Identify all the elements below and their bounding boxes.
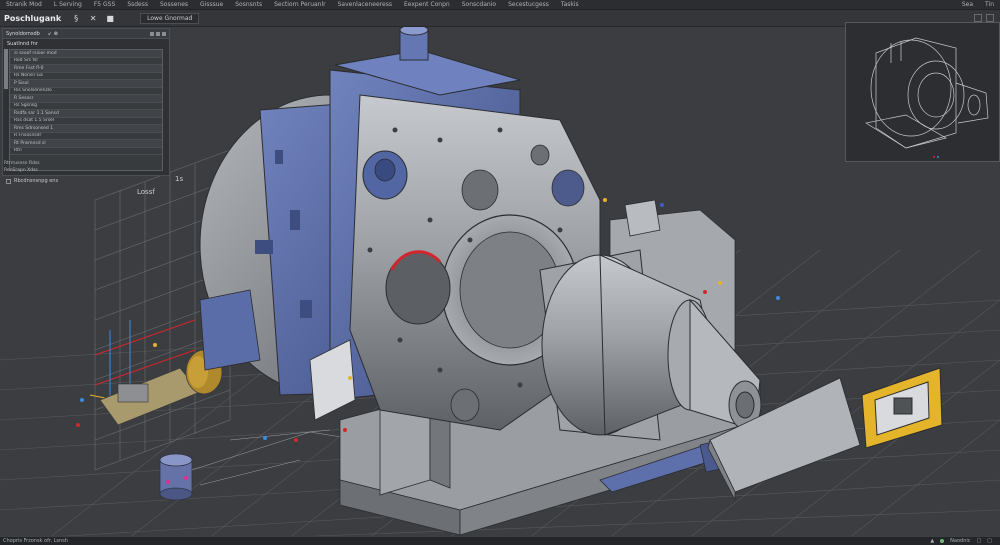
window-icon[interactable]: □	[987, 538, 992, 544]
clamp-part	[99, 349, 223, 426]
stop-icon[interactable]: ■	[103, 12, 117, 24]
panel-checkbox[interactable]: Rbcdnsnsnpg ens	[6, 178, 58, 184]
tree-row[interactable]: Rsdfa snr 1.1 Sansd	[10, 110, 162, 118]
tree-row[interactable]: Rme Fsst fl-0	[10, 65, 162, 73]
panel-title-extra[interactable]: ↙ ⊗	[48, 31, 58, 37]
panel-title: Synoldomsdb	[6, 30, 40, 37]
app-title: Poschlugank	[4, 13, 62, 23]
layout-icon[interactable]: □	[977, 538, 982, 544]
properties-panel: Synoldomsdb ↙ ⊗ Suatlnnd fnr ⊙ ssoof rsi…	[2, 28, 170, 176]
menu-item[interactable]: Sossenes	[154, 1, 194, 8]
tree-row[interactable]: Rtn	[10, 148, 162, 155]
pin-icon[interactable]	[150, 31, 154, 36]
checkbox-label: Rbcdnsnsnpg ens	[14, 178, 59, 184]
tree-row[interactable]: Rs Sgsnsg	[10, 103, 162, 110]
status-bar: Chopris Frzonsk ofr. Lsnsh ▲ Naodnic □ □	[0, 536, 1000, 545]
menu-item[interactable]: Sonscdanio	[456, 1, 502, 8]
axis-label: 1s	[175, 175, 184, 183]
tree-row[interactable]: P Sisol	[10, 80, 162, 88]
menu-item[interactable]: Sea	[956, 1, 979, 8]
menu-item[interactable]: Stranik Mod	[0, 1, 48, 8]
tree-row[interactable]: R Sesosr	[10, 95, 162, 103]
yellow-frame-part	[861, 367, 943, 449]
menu-item[interactable]: Secestucgess	[502, 1, 555, 8]
status-text: Chopris Frzonsk ofr. Lsnsh	[3, 538, 68, 544]
tree-row[interactable]: Rt Pnsmnsd sl	[10, 140, 162, 148]
panel-scrollbar[interactable]	[4, 49, 8, 89]
panel-footer-row[interactable]: Rtrrrusnsn Rdss	[4, 161, 40, 166]
feature-tree: ⊙ ssoof rsioor mod Rod Srs fsl Rme Fsst fl…	[9, 49, 163, 171]
section-icon[interactable]: §	[69, 12, 83, 24]
close-panel-icon[interactable]	[162, 31, 166, 36]
view-label: Lossf	[137, 188, 155, 196]
menu-item[interactable]: L Serving	[48, 1, 88, 8]
maximize-icon[interactable]	[986, 14, 994, 22]
window-controls	[974, 14, 1000, 22]
menu-item[interactable]: Sosnsnts	[229, 1, 268, 8]
tree-row[interactable]: R Fnsosnsdr	[10, 133, 162, 140]
menu-item[interactable]: Taskis	[555, 1, 585, 8]
tree-row[interactable]: ⊙ ssoof rsioor mod	[10, 50, 162, 58]
close-icon[interactable]: ✕	[86, 12, 100, 24]
up-icon[interactable]: ▲	[930, 538, 934, 544]
tree-row[interactable]: Rss dsat 1.5 Srsel	[10, 118, 162, 125]
preview-thumbnail[interactable]	[845, 22, 1000, 162]
leader-lines	[191, 429, 361, 486]
menu-item[interactable]: Savenlaceneeress	[332, 1, 398, 8]
menubar-right: Sea Tin	[956, 1, 1000, 8]
preview-drawing	[865, 37, 989, 158]
main-drum	[199, 24, 601, 431]
menu-item[interactable]: Gisssue	[194, 1, 229, 8]
menubar: Stranik Mod L Serving F5 GSS Ssdess Sossenes…	[0, 0, 1000, 10]
tree-row[interactable]: Rod Srs fsl	[10, 58, 162, 65]
minimize-icon[interactable]	[974, 14, 982, 22]
document-tab[interactable]: Lowe Gnormad	[140, 12, 200, 24]
tree-row[interactable]: Ris Snolsenenzlo	[10, 88, 162, 95]
float-icon[interactable]	[156, 31, 160, 36]
panel-footer-row[interactable]: RenSrapn Xdss	[4, 168, 38, 173]
checkbox-icon[interactable]	[6, 178, 11, 184]
menu-item[interactable]: F5 GSS	[88, 1, 121, 8]
status-right-text: Naodnic	[950, 538, 971, 544]
tree-label: Suatlnnd fnr	[7, 40, 38, 47]
small-cylinder-part	[159, 453, 193, 501]
tree-row[interactable]: Rs Nonsn Ga	[10, 73, 162, 80]
menu-item[interactable]: Eexpent Conpn	[398, 1, 456, 8]
menu-item[interactable]: Ssdess	[121, 1, 154, 8]
menu-item[interactable]: Sectiorn Peruanlr	[268, 1, 332, 8]
tree-row[interactable]: Rms Sdrsonsed 1	[10, 125, 162, 133]
panel-header: Synoldomsdb ↙ ⊗	[3, 29, 169, 39]
menu-item[interactable]: Tin	[979, 1, 1000, 8]
status-indicator-icon	[940, 539, 945, 543]
